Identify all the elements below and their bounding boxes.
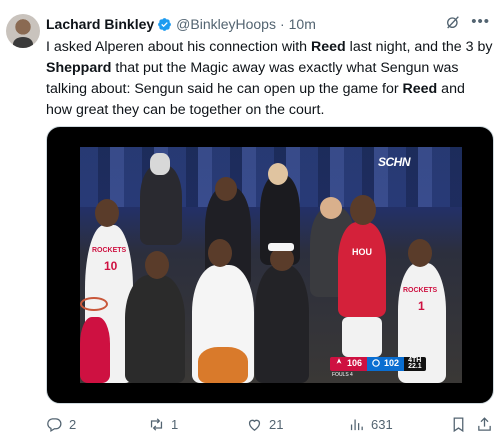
- like-button[interactable]: 21: [246, 416, 283, 433]
- away-score: 102: [384, 358, 400, 368]
- post-text-bold: Sheppard: [46, 60, 112, 76]
- video-frame: SCHN ROCKETS 10 HOU ROCKETS 1 106 102 4T…: [80, 147, 462, 383]
- player-red-shirt: [338, 222, 386, 317]
- repost-count: 1: [171, 417, 179, 432]
- video-player[interactable]: SCHN ROCKETS 10 HOU ROCKETS 1 106 102 4T…: [46, 126, 494, 404]
- views-icon: [350, 419, 363, 431]
- reply-button[interactable]: 2: [46, 416, 76, 433]
- rockets-logo-icon: [336, 358, 342, 364]
- post-time[interactable]: 10m: [289, 16, 316, 32]
- post-text-run: last night, and the 3 by: [345, 39, 493, 55]
- grok-icon[interactable]: [445, 14, 461, 30]
- author-name[interactable]: Lachard Binkley: [46, 16, 154, 32]
- game-clock: 22.1: [408, 363, 422, 370]
- jersey-left-number: 10: [104, 259, 118, 273]
- verified-badge-icon: [158, 17, 172, 31]
- share-icon: [478, 417, 491, 431]
- tweet-header: Lachard Binkley @BinkleyHoops · 10m •••: [46, 14, 490, 34]
- jersey-right-number: 1: [418, 299, 425, 313]
- repost-button[interactable]: 1: [148, 416, 178, 433]
- jersey-center-text: HOU: [352, 247, 372, 257]
- like-count: 21: [269, 417, 284, 432]
- bookmark-button[interactable]: [450, 416, 467, 433]
- hoop: [80, 297, 108, 311]
- more-icon[interactable]: •••: [471, 14, 490, 29]
- home-fouls: FOULS 4: [332, 372, 353, 378]
- scoreboard: 106 102 4TH 22.1: [330, 357, 426, 371]
- separator-dot: ·: [279, 16, 285, 32]
- scoreboard-clock: 4TH 22.1: [404, 357, 426, 371]
- views-button[interactable]: 631: [348, 416, 393, 433]
- tweet: Lachard Binkley @BinkleyHoops · 10m ••• …: [0, 0, 500, 440]
- jersey-right-text: ROCKETS: [403, 287, 438, 294]
- reply-icon: [47, 418, 62, 433]
- reply-count: 2: [69, 417, 77, 432]
- views-count: 631: [371, 417, 393, 432]
- repost-icon: [150, 418, 163, 431]
- post-text-run: I asked Alperen about his connection wit…: [46, 39, 312, 55]
- post-text-bold: Reed: [402, 81, 438, 97]
- like-icon: [248, 419, 261, 431]
- broadcast-bug: SCHN: [377, 155, 411, 169]
- share-button[interactable]: [476, 416, 493, 433]
- home-score: 106: [347, 358, 363, 368]
- magic-logo-icon: [372, 359, 380, 367]
- action-bar: 2 1 21 631: [46, 414, 494, 436]
- bookmark-icon: [453, 417, 464, 433]
- jersey-left-text: ROCKETS: [92, 247, 127, 254]
- scoreboard-home: 106: [330, 357, 368, 371]
- avatar[interactable]: [6, 14, 40, 48]
- post-text-bold: Reed: [311, 39, 346, 55]
- post-text: I asked Alperen about his connection wit…: [46, 37, 494, 121]
- author-handle[interactable]: @BinkleyHoops: [176, 16, 276, 32]
- header-actions: •••: [445, 14, 490, 30]
- scoreboard-away: 102: [367, 357, 405, 371]
